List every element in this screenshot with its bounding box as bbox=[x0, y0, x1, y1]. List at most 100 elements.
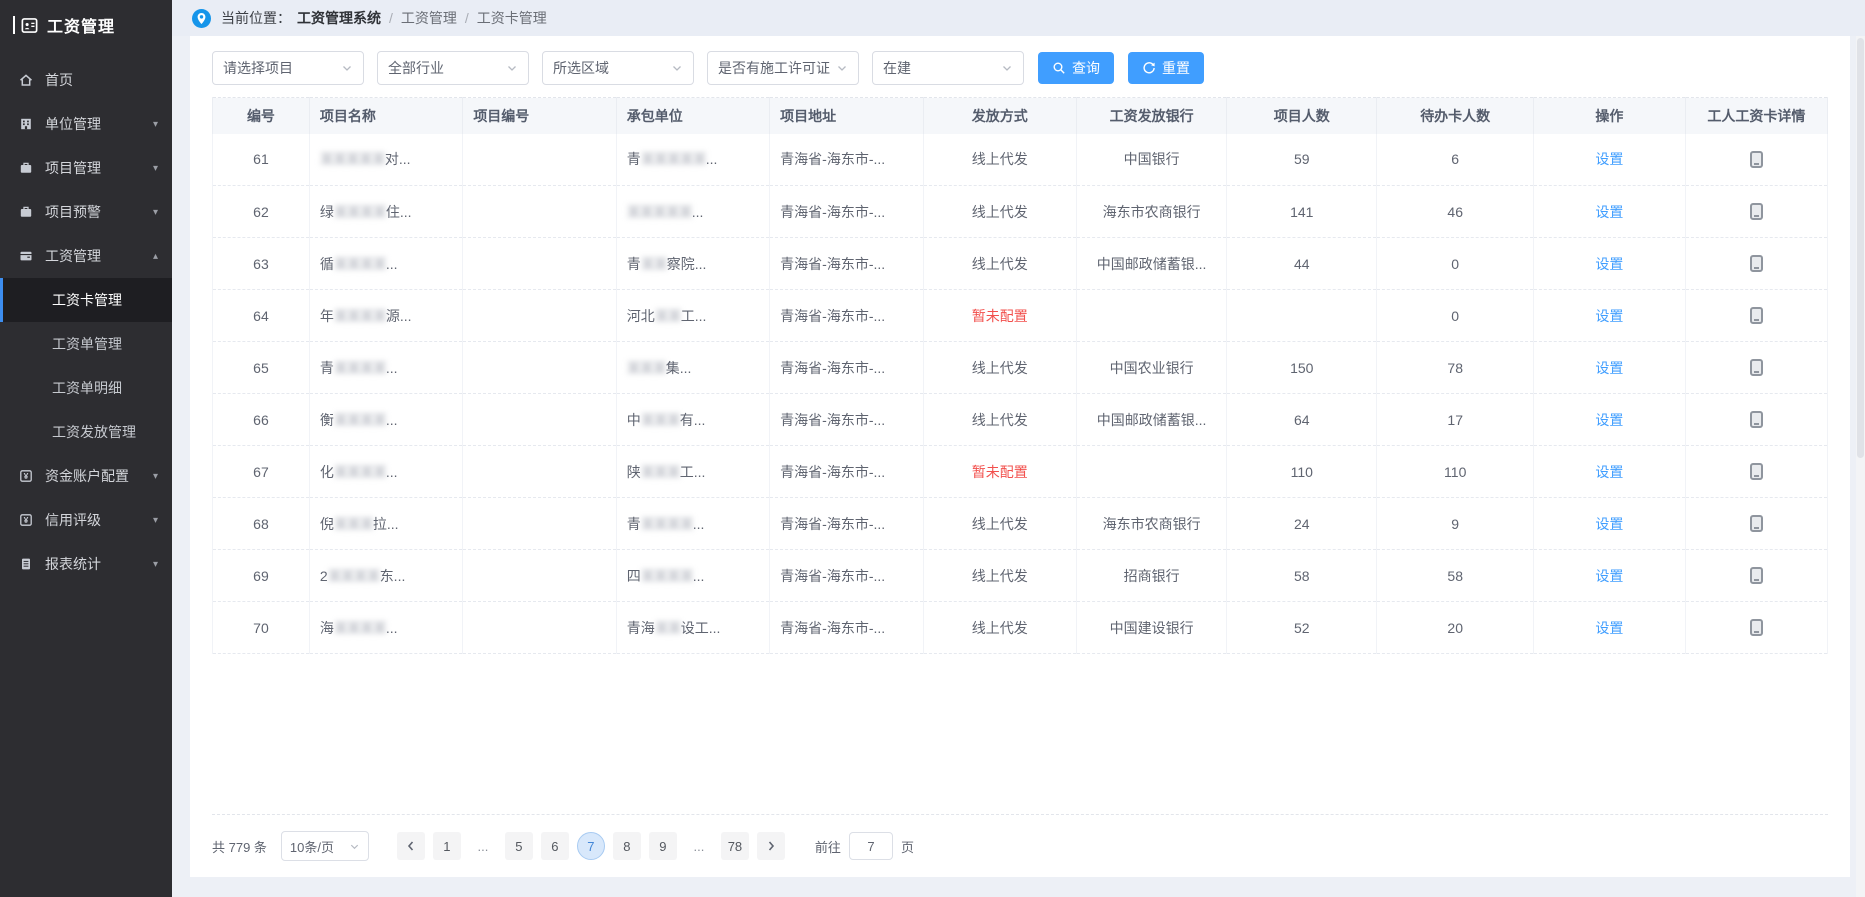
wage-card-table: 编号 项目名称 项目编号 承包单位 项目地址 发放方式 工资发放银行 项目人数 … bbox=[212, 97, 1828, 654]
settings-link[interactable]: 设置 bbox=[1595, 464, 1623, 480]
filter-select[interactable]: 全部行业 bbox=[377, 51, 529, 85]
wage-card-detail-icon[interactable] bbox=[1750, 203, 1763, 220]
contractor-redacted: 某某 bbox=[641, 256, 667, 272]
contractor-prefix: 青 bbox=[627, 151, 641, 167]
sidebar-item-credit[interactable]: ¥ 信用评级 ▾ bbox=[0, 498, 172, 542]
settings-link[interactable]: 设置 bbox=[1595, 308, 1623, 324]
project-name-redacted: 某某某某 bbox=[334, 360, 386, 376]
page-button[interactable]: ... bbox=[469, 832, 497, 860]
cell-project-name: 年某某某某源... bbox=[309, 290, 462, 342]
settings-link[interactable]: 设置 bbox=[1595, 256, 1623, 272]
query-button[interactable]: 查询 bbox=[1038, 52, 1114, 84]
contractor-prefix: 青 bbox=[627, 516, 641, 532]
goto-page-input[interactable] bbox=[849, 832, 893, 860]
wage-card-detail-icon[interactable] bbox=[1750, 359, 1763, 376]
page-button[interactable]: 78 bbox=[721, 832, 749, 860]
contractor-suffix: 设工... bbox=[681, 620, 721, 636]
filter-selects: 请选择项目 全部行业 所选区域 是否有施工许可证 bbox=[212, 51, 1024, 85]
wage-card-detail-icon[interactable] bbox=[1750, 255, 1763, 272]
project-name-suffix: ... bbox=[386, 256, 398, 272]
svg-text:¥: ¥ bbox=[24, 515, 29, 525]
settings-link[interactable]: 设置 bbox=[1595, 412, 1623, 428]
app-title: 工资管理 bbox=[47, 13, 115, 37]
wage-card-detail-icon[interactable] bbox=[1750, 151, 1763, 168]
settings-link[interactable]: 设置 bbox=[1595, 151, 1623, 167]
wage-card-detail-icon[interactable] bbox=[1750, 307, 1763, 324]
cell-project-name: 化某某某某... bbox=[309, 446, 462, 498]
settings-link[interactable]: 设置 bbox=[1595, 620, 1623, 636]
page-button[interactable]: 5 bbox=[505, 832, 533, 860]
filter-select[interactable]: 请选择项目 bbox=[212, 51, 364, 85]
cell-bank bbox=[1077, 290, 1227, 342]
wage-card-detail-icon[interactable] bbox=[1750, 515, 1763, 532]
reset-button[interactable]: 重置 bbox=[1128, 52, 1204, 84]
wage-card-detail-icon[interactable] bbox=[1750, 463, 1763, 480]
project-name-suffix: ... bbox=[386, 464, 398, 480]
contractor-redacted: 某某某 bbox=[627, 360, 666, 376]
query-button-label: 查询 bbox=[1072, 58, 1100, 78]
sidebar-item-label: 单位管理 bbox=[45, 114, 101, 134]
cell-card-detail bbox=[1685, 394, 1827, 446]
cell-contractor: 某某某某某... bbox=[616, 186, 769, 238]
cell-pay-mode: 暂未配置 bbox=[923, 446, 1076, 498]
cell-project-code bbox=[463, 134, 616, 186]
page-button[interactable]: 8 bbox=[613, 832, 641, 860]
page-button[interactable]: 7 bbox=[577, 832, 605, 860]
cell-pending: 0 bbox=[1377, 238, 1534, 290]
col-contractor: 承包单位 bbox=[616, 98, 769, 134]
vertical-scrollbar[interactable] bbox=[1856, 36, 1865, 897]
sidebar-item-project[interactable]: 项目管理 ▾ bbox=[0, 146, 172, 190]
cell-id: 69 bbox=[213, 550, 310, 602]
page-button[interactable]: 6 bbox=[541, 832, 569, 860]
sidebar-item-wage[interactable]: 工资管理 ▴ bbox=[0, 234, 172, 278]
sidebar-item-warning[interactable]: 项目预警 ▾ bbox=[0, 190, 172, 234]
sidebar-item-unit[interactable]: 单位管理 ▾ bbox=[0, 102, 172, 146]
chevron-down-icon bbox=[1001, 62, 1013, 74]
cell-people: 150 bbox=[1227, 342, 1377, 394]
cell-bank: 海东市农商银行 bbox=[1077, 186, 1227, 238]
project-name-suffix: 源... bbox=[386, 308, 412, 324]
sidebar-subitem-wage-sheet[interactable]: 工资单管理 bbox=[0, 322, 172, 366]
wage-card-detail-icon[interactable] bbox=[1750, 567, 1763, 584]
cell-people bbox=[1227, 290, 1377, 342]
project-name-prefix: 海 bbox=[320, 620, 334, 636]
cell-address: 青海省-海东市-... bbox=[770, 446, 923, 498]
settings-link[interactable]: 设置 bbox=[1595, 516, 1623, 532]
project-name-prefix: 衡 bbox=[320, 412, 334, 428]
filter-select[interactable]: 所选区域 bbox=[542, 51, 694, 85]
page-list: 1 ... 5 6 7 8 9 ... 78 bbox=[433, 832, 749, 860]
page-button[interactable]: 1 bbox=[433, 832, 461, 860]
filter-select[interactable]: 是否有施工许可证 bbox=[707, 51, 859, 85]
wallet-icon bbox=[18, 248, 34, 264]
sidebar-item-report[interactable]: 报表统计 ▾ bbox=[0, 542, 172, 586]
page-size-select[interactable]: 10条/页 bbox=[281, 831, 369, 861]
wage-card-detail-icon[interactable] bbox=[1750, 411, 1763, 428]
breadcrumb-level1[interactable]: 工资管理 bbox=[401, 8, 457, 28]
cell-project-name: 海某某某某... bbox=[309, 602, 462, 654]
sidebar-item-fund[interactable]: ¥ 资金账户配置 ▾ bbox=[0, 454, 172, 498]
contractor-redacted: 某某某某某 bbox=[627, 204, 692, 220]
wage-card-detail-icon[interactable] bbox=[1750, 619, 1763, 636]
pay-mode-value: 线上代发 bbox=[972, 568, 1028, 584]
cell-project-code bbox=[463, 550, 616, 602]
settings-link[interactable]: 设置 bbox=[1595, 568, 1623, 584]
cell-project-code bbox=[463, 342, 616, 394]
cell-address: 青海省-海东市-... bbox=[770, 498, 923, 550]
settings-link[interactable]: 设置 bbox=[1595, 360, 1623, 376]
breadcrumb-separator: / bbox=[465, 10, 469, 26]
project-name-prefix: 青 bbox=[320, 360, 334, 376]
page-button[interactable]: ... bbox=[685, 832, 713, 860]
sidebar-subitem-wage-payout[interactable]: 工资发放管理 bbox=[0, 410, 172, 454]
filter-select[interactable]: 在建 bbox=[872, 51, 1024, 85]
sidebar-subitem-wage-detail[interactable]: 工资单明细 bbox=[0, 366, 172, 410]
cell-pay-mode: 线上代发 bbox=[923, 550, 1076, 602]
goto-unit: 页 bbox=[901, 837, 914, 856]
prev-page-button[interactable] bbox=[397, 832, 425, 860]
settings-link[interactable]: 设置 bbox=[1595, 204, 1623, 220]
page-button[interactable]: 9 bbox=[649, 832, 677, 860]
sidebar-subitem-wage-card[interactable]: 工资卡管理 bbox=[0, 278, 172, 322]
sidebar-item-home[interactable]: 首页 bbox=[0, 58, 172, 102]
scrollbar-thumb[interactable] bbox=[1857, 38, 1864, 458]
cell-project-name: 倪某某某拉... bbox=[309, 498, 462, 550]
next-page-button[interactable] bbox=[757, 832, 785, 860]
